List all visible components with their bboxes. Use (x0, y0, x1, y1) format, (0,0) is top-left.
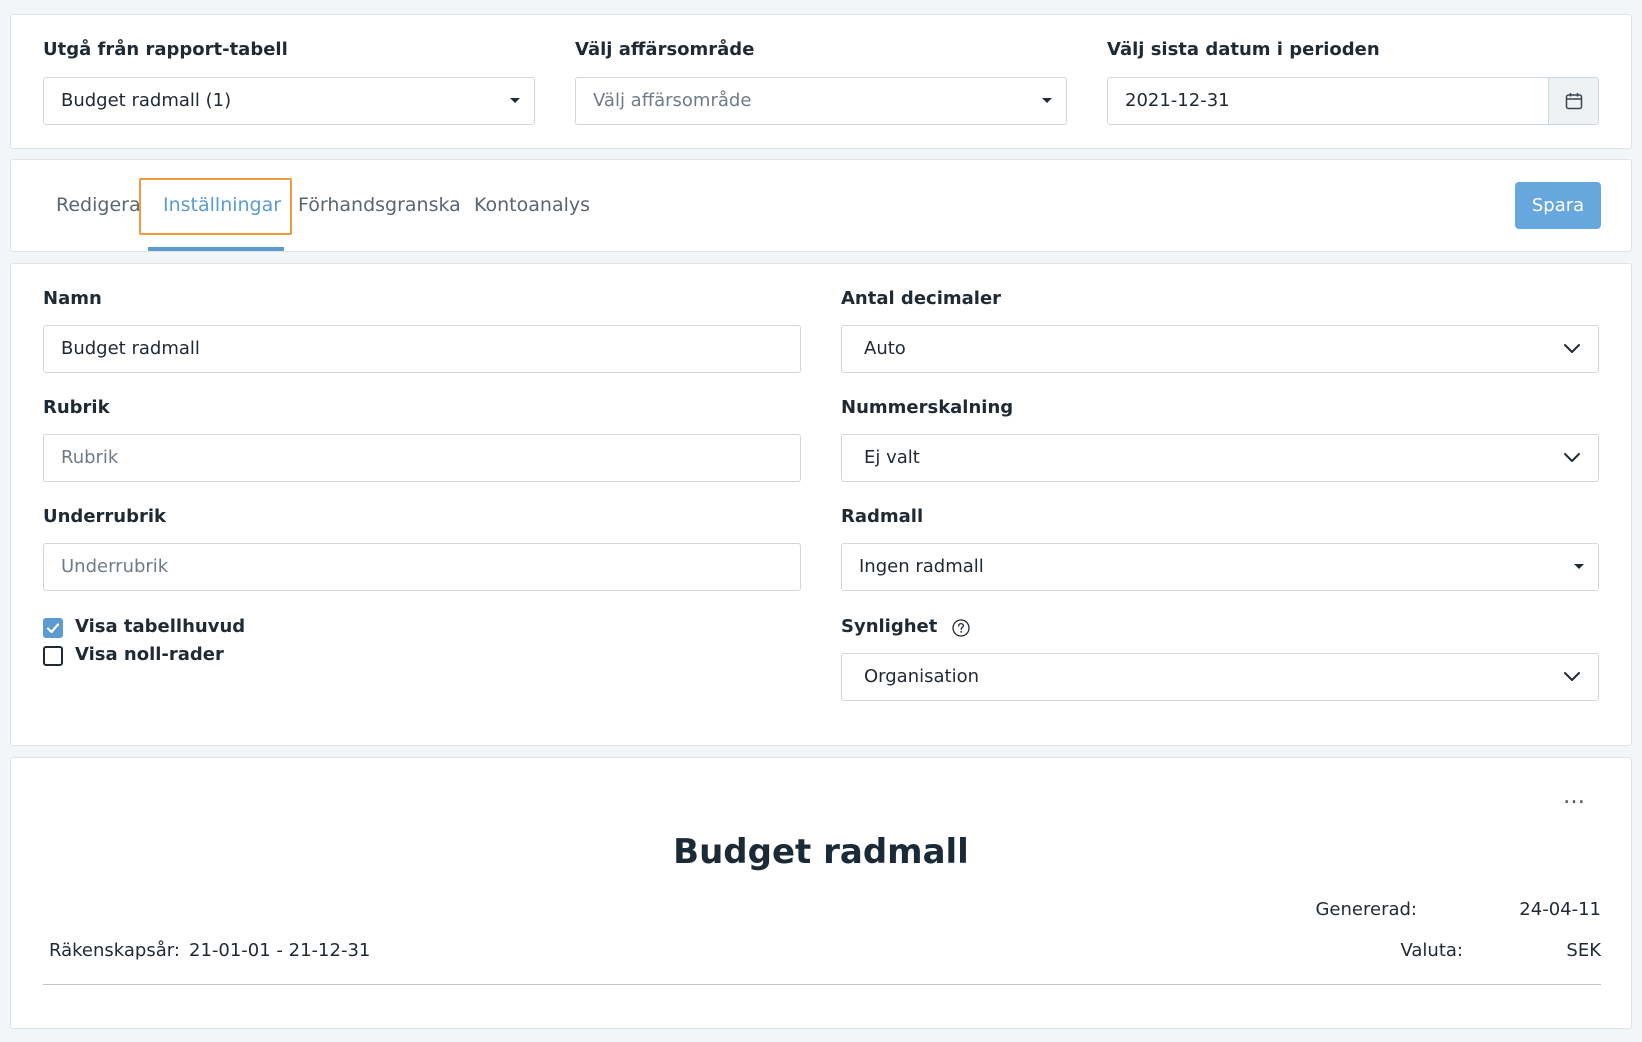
rubrik-input[interactable]: Rubrik (43, 434, 801, 482)
currency-value: SEK (1566, 940, 1601, 961)
report-preview-card: … Budget radmall Genererad: 24-04-11 Räk… (10, 757, 1632, 1029)
underrubrik-input[interactable]: Underrubrik (43, 543, 801, 591)
decimals-select[interactable]: Auto (841, 325, 1599, 373)
show-zero-rows-checkbox[interactable] (43, 646, 63, 666)
report-source-card: Utgå från rapport-tabell Budget radmall … (10, 14, 1632, 149)
more-options-icon[interactable]: … (1563, 786, 1585, 808)
show-zero-rows-label: Visa noll-rader (75, 644, 224, 665)
name-label: Namn (43, 288, 102, 309)
chevron-down-icon (1564, 344, 1580, 353)
report-title: Budget radmall (673, 832, 969, 872)
rubrik-placeholder: Rubrik (61, 447, 119, 468)
chevron-down-icon (1564, 672, 1580, 681)
settings-card: Namn Budget radmall Rubrik Rubrik Underr… (10, 263, 1632, 746)
save-button[interactable]: Spara (1515, 182, 1601, 229)
scaling-value: Ej valt (864, 447, 920, 468)
generated-value: 24-04-11 (1519, 899, 1601, 920)
report-table-value: Budget radmall (1) (61, 90, 232, 111)
business-area-select[interactable]: Välj affärsområde (575, 77, 1067, 125)
date-label: Välj sista datum i perioden (1107, 39, 1380, 60)
caret-down-icon (1042, 98, 1052, 103)
show-header-label: Visa tabellhuvud (75, 616, 246, 637)
currency-label: Valuta: (1400, 940, 1463, 961)
row-template-label: Radmall (841, 506, 924, 527)
show-header-checkbox[interactable] (43, 618, 63, 638)
underrubrik-placeholder: Underrubrik (61, 556, 169, 577)
visibility-label: Synlighet (841, 616, 938, 637)
business-area-label: Välj affärsområde (575, 39, 755, 60)
caret-down-icon (1574, 564, 1584, 569)
calendar-button[interactable] (1548, 78, 1598, 124)
date-value: 2021-12-31 (1125, 90, 1230, 111)
report-divider (43, 984, 1601, 985)
tab-redigera[interactable]: Redigera (56, 194, 141, 216)
visibility-select[interactable]: Organisation (841, 653, 1599, 701)
rubrik-label: Rubrik (43, 397, 110, 418)
tabs-bar: Redigera Inställningar Förhandsgranska K… (10, 159, 1632, 252)
fiscal-year-label: Räkenskapsår: (49, 940, 180, 961)
row-template-select[interactable]: Ingen radmall (841, 543, 1599, 591)
generated-label: Genererad: (1315, 899, 1417, 920)
tab-kontoanalys[interactable]: Kontoanalys (474, 194, 590, 216)
chevron-down-icon (1564, 453, 1580, 462)
active-tab-indicator (148, 247, 284, 251)
decimals-label: Antal decimaler (841, 288, 1002, 309)
active-tab-focus-outline (139, 178, 292, 235)
name-value: Budget radmall (61, 338, 200, 359)
report-table-select[interactable]: Budget radmall (1) (43, 77, 535, 125)
tab-forhandsgranska[interactable]: Förhandsgranska (298, 194, 461, 216)
scaling-select[interactable]: Ej valt (841, 434, 1599, 482)
underrubrik-label: Underrubrik (43, 506, 166, 527)
row-template-value: Ingen radmall (859, 556, 984, 577)
calendar-icon (1565, 93, 1582, 110)
visibility-value: Organisation (864, 666, 980, 687)
caret-down-icon (510, 98, 520, 103)
scaling-label: Nummerskalning (841, 397, 1014, 418)
name-input[interactable]: Budget radmall (43, 325, 801, 373)
decimals-value: Auto (864, 338, 906, 359)
business-area-placeholder: Välj affärsområde (593, 90, 752, 111)
help-icon[interactable] (952, 619, 970, 637)
fiscal-year-value: 21-01-01 - 21-12-31 (189, 940, 371, 961)
report-table-label: Utgå från rapport-tabell (43, 39, 288, 60)
check-icon (46, 623, 60, 634)
period-end-date-input[interactable]: 2021-12-31 (1107, 77, 1599, 125)
